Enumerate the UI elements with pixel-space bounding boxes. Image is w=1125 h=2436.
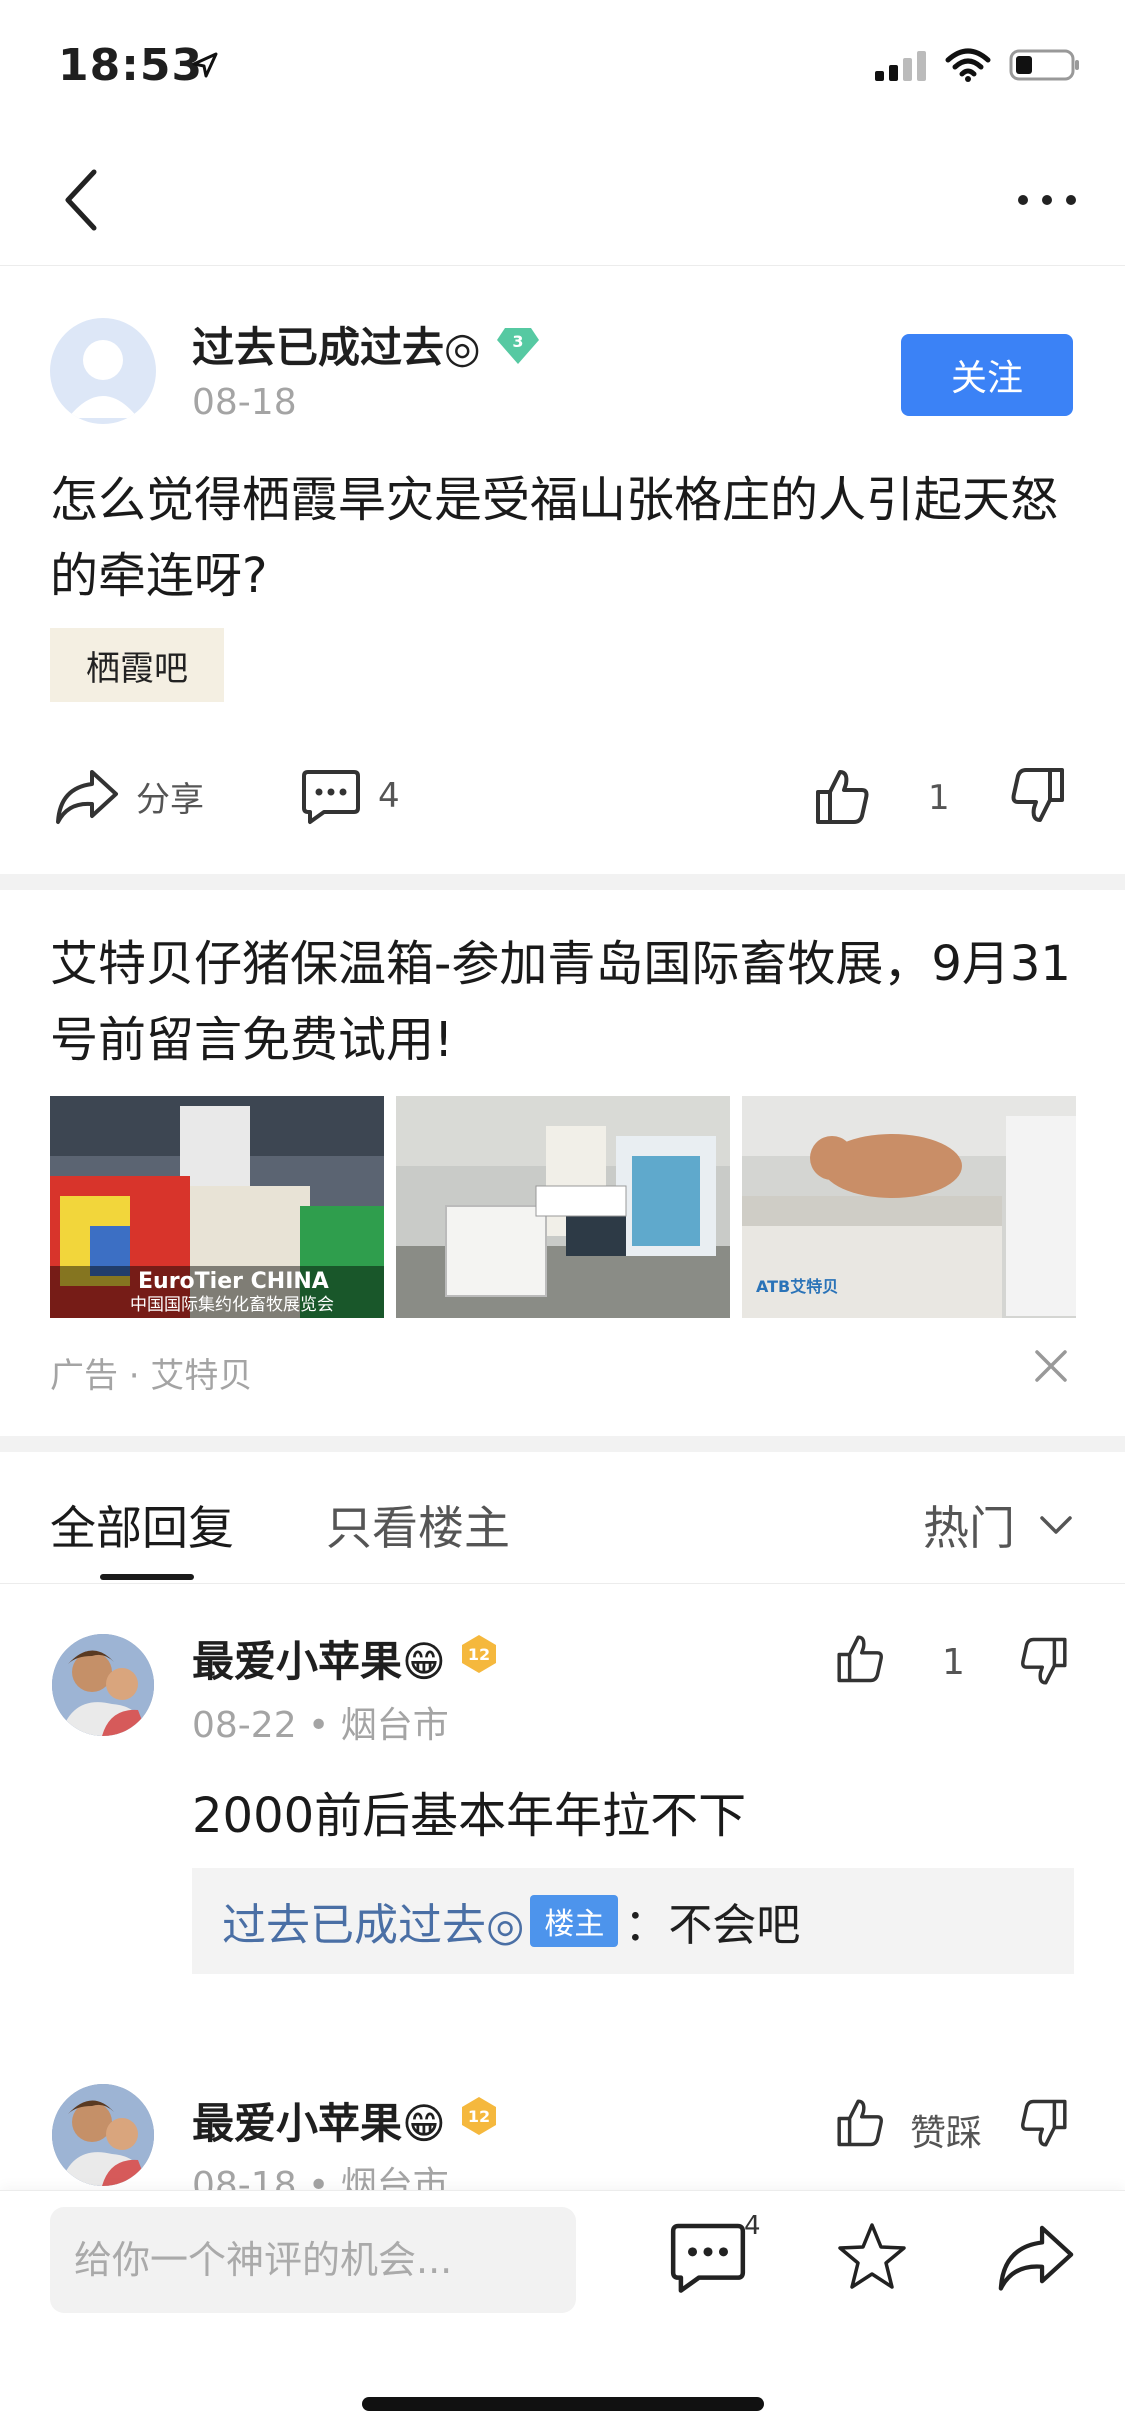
comment-like-button[interactable]	[834, 2096, 886, 2148]
sort-label: 热门	[923, 1501, 1015, 1555]
commenter-avatar[interactable]	[52, 1634, 154, 1736]
thumbs-down-icon	[1011, 768, 1064, 822]
thumbs-up-icon	[816, 770, 869, 824]
comment-bubble-icon	[302, 770, 360, 824]
commenter-name[interactable]: 最爱小苹果😁 12	[192, 2090, 500, 2151]
more-options-button[interactable]	[1009, 170, 1085, 230]
comment-count: 4	[378, 776, 400, 816]
share-button[interactable]	[996, 2217, 1076, 2297]
default-avatar-icon	[68, 340, 138, 418]
star-icon	[838, 2223, 906, 2289]
forum-tag[interactable]: 栖霞吧	[50, 628, 224, 702]
svg-text:中国国际集约化畜牧展览会: 中国国际集约化畜牧展览会	[130, 1295, 334, 1315]
comment-item: 最爱小苹果😁 12 08-22 • 烟台市 1 2000前后基本年年拉不下 过去…	[0, 1584, 1125, 2004]
comment-input[interactable]	[50, 2207, 576, 2313]
level-badge-icon: 12	[458, 1633, 500, 1685]
comment-item: 最爱小苹果😁 12 08-18 • 烟台市 赞踩	[0, 2034, 1125, 2190]
status-indicators	[875, 48, 1081, 86]
ad-title: 艾特贝仔猪保温箱-参加青岛国际畜牧展，9月31号前留言免费试用!	[50, 936, 1071, 1068]
post-title: 怎么觉得栖霞旱灾是受福山张格庄的人引起天怒的牵连呀?	[50, 472, 1059, 604]
share-icon	[998, 2225, 1074, 2291]
sort-dropdown[interactable]: 热门	[923, 1492, 1073, 1558]
comment-text: 2000前后基本年年拉不下	[192, 1788, 747, 1844]
battery-icon	[1009, 48, 1081, 86]
reply-text: 不会吧	[668, 1900, 801, 1951]
comment-meta: 08-18 • 烟台市	[192, 2165, 449, 2190]
bottom-comment-bar: 4	[0, 2190, 1125, 2436]
ellipsis-icon	[1018, 195, 1076, 205]
share-icon	[56, 770, 118, 824]
svg-text:12: 12	[468, 2107, 490, 2126]
comment-bubble-icon	[670, 2223, 746, 2293]
commenter-avatar[interactable]	[52, 2084, 154, 2186]
post-action-row: 分享 4 1	[0, 766, 1125, 846]
tab-all-replies[interactable]: 全部回复	[50, 1492, 234, 1558]
share-label: 分享	[136, 779, 204, 820]
wifi-icon	[945, 48, 991, 86]
post: 过去已成过去◎ 3 08-18 关注 怎么觉得栖霞旱灾是受福山张格庄的人引起天怒…	[0, 266, 1125, 874]
home-indicator[interactable]	[362, 2397, 764, 2411]
comments-button[interactable]	[668, 2217, 748, 2297]
svg-text:EuroTier CHINA: EuroTier CHINA	[138, 1269, 329, 1294]
chevron-down-icon	[1040, 1516, 1072, 1534]
op-badge: 楼主	[530, 1895, 619, 1947]
back-button[interactable]	[54, 162, 114, 238]
ad-image-1[interactable]: EuroTier CHINA 中国国际集约化畜牧展览会	[50, 1096, 384, 1318]
follow-button[interactable]: 关注	[901, 334, 1073, 416]
reply-separator: ：	[624, 1900, 669, 1951]
thumbs-up-icon	[837, 1635, 883, 1683]
thumbs-down-icon	[1021, 1637, 1067, 1685]
author-avatar[interactable]	[50, 318, 156, 424]
commenter-name[interactable]: 最爱小苹果😁 12	[192, 1628, 500, 1689]
cellular-signal-icon	[875, 49, 927, 85]
comments-count-badge: 4	[744, 2211, 761, 2241]
dislike-button[interactable]	[1008, 766, 1068, 826]
close-icon	[1035, 1350, 1067, 1382]
svg-text:3: 3	[512, 332, 523, 351]
active-tab-indicator	[100, 1574, 194, 1580]
comment-button[interactable]: 4	[300, 766, 400, 826]
level-badge-icon: 12	[458, 2095, 500, 2147]
comment-vote-label: 赞踩	[910, 2113, 983, 2154]
level-badge-icon: 3	[495, 322, 541, 368]
close-ad-button[interactable]	[1031, 1346, 1071, 1386]
ad-image-2[interactable]	[396, 1096, 730, 1318]
post-author-name: 过去已成过去◎	[192, 323, 481, 372]
ad-label: 广告 · 艾特贝	[50, 1356, 253, 1396]
ad-image-3[interactable]: ATB艾特贝	[742, 1096, 1076, 1318]
ad-card[interactable]: 艾特贝仔猪保温箱-参加青岛国际畜牧展，9月31号前留言免费试用! EuroTie…	[0, 890, 1125, 1450]
comment-like-count: 1	[942, 1642, 965, 1683]
favorite-button[interactable]	[832, 2217, 912, 2297]
like-button[interactable]	[812, 766, 872, 826]
nested-reply[interactable]: 过去已成过去◎ 楼主 ： 不会吧	[192, 1868, 1074, 1974]
thumbs-up-icon	[837, 2099, 883, 2147]
nav-bar	[0, 132, 1125, 266]
section-divider	[0, 1436, 1125, 1452]
location-arrow-icon	[190, 50, 220, 84]
comment-dislike-button[interactable]	[1018, 1636, 1070, 1688]
like-count: 1	[928, 778, 950, 818]
comment-meta: 08-22 • 烟台市	[192, 1705, 449, 1746]
thumbs-down-icon	[1021, 2099, 1067, 2147]
comment-like-button[interactable]	[834, 1632, 886, 1684]
post-author[interactable]: 过去已成过去◎ 3	[192, 314, 541, 375]
svg-text:ATB艾特贝: ATB艾特贝	[756, 1277, 838, 1296]
comment-dislike-button[interactable]	[1018, 2098, 1070, 2150]
svg-text:12: 12	[468, 1645, 490, 1664]
share-button[interactable]: 分享	[54, 766, 204, 826]
reply-author[interactable]: 过去已成过去◎	[222, 1889, 524, 1953]
post-date: 08-18	[192, 382, 297, 423]
reply-tabs: 全部回复 只看楼主 热门	[0, 1452, 1125, 1584]
section-divider	[0, 874, 1125, 890]
tab-op-only[interactable]: 只看楼主	[326, 1492, 510, 1558]
status-bar: 18:53	[0, 0, 1125, 132]
status-time: 18:53	[58, 40, 204, 91]
chevron-left-icon	[65, 169, 97, 231]
